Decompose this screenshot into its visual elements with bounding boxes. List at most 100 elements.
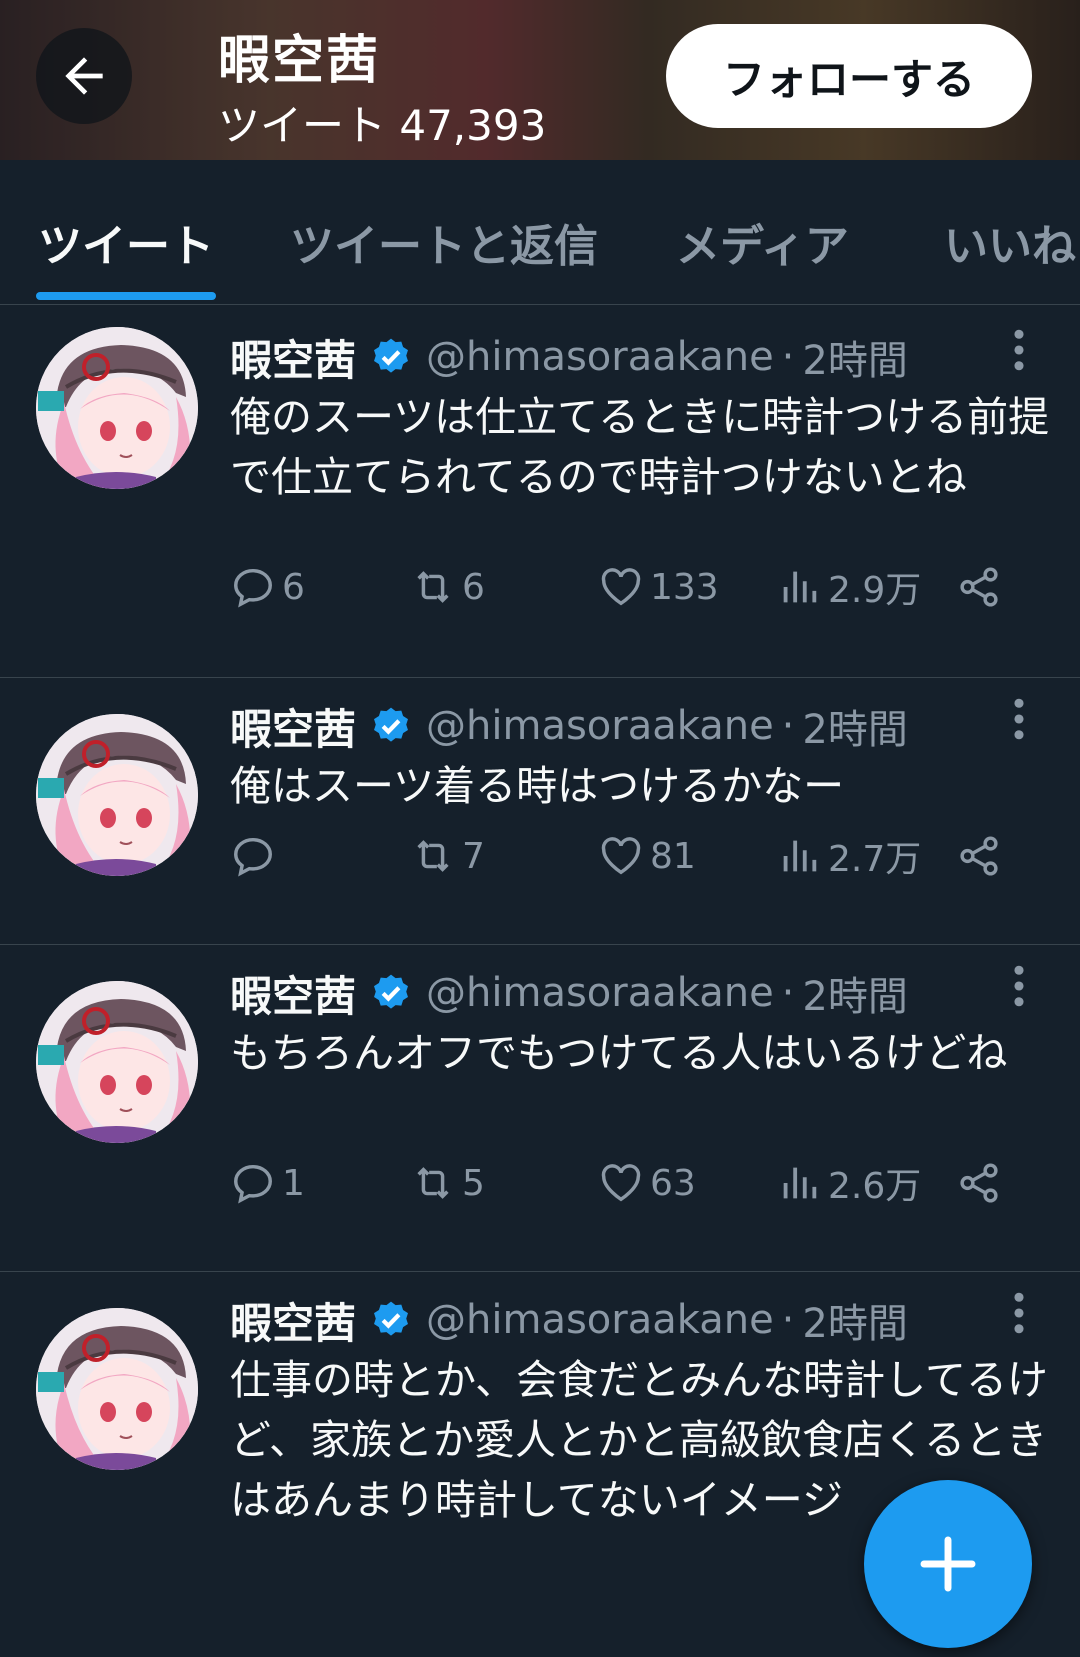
avatar-image	[36, 327, 198, 489]
share-button[interactable]	[956, 828, 1008, 884]
tweet-author-handle[interactable]: @himasoraakane	[426, 703, 774, 749]
compose-tweet-button[interactable]	[864, 1480, 1032, 1648]
retweet-button[interactable]: 6	[410, 559, 485, 615]
reply-button[interactable]	[230, 828, 282, 884]
arrow-left-icon	[65, 57, 103, 95]
tweet-timestamp[interactable]: 2時間	[802, 697, 907, 755]
verified-badge-icon	[374, 974, 408, 1009]
view-count: 2.9万	[828, 570, 922, 611]
avatar-image	[36, 1308, 198, 1470]
heart-icon	[601, 568, 641, 606]
retweet-icon	[417, 1167, 449, 1199]
tweet-timestamp[interactable]: 2時間	[802, 1291, 907, 1349]
like-count: 63	[650, 1162, 696, 1204]
separator-dot: ·	[781, 334, 795, 380]
tweet-actions: 1 5 63 2.6万	[230, 1155, 1030, 1211]
retweet-button[interactable]: 7	[410, 828, 485, 884]
share-icon	[960, 567, 998, 607]
plus-icon	[920, 1536, 976, 1592]
like-button[interactable]: 63	[598, 1155, 696, 1211]
tweet-author-name[interactable]: 暇空茜	[230, 963, 356, 1024]
separator-dot: ·	[781, 970, 795, 1016]
views-chart-icon	[783, 1167, 817, 1199]
retweet-count: 6	[462, 566, 485, 608]
tweet-author-handle[interactable]: @himasoraakane	[426, 970, 774, 1016]
separator-dot: ·	[781, 1297, 795, 1343]
avatar-image	[36, 981, 198, 1143]
more-options-icon[interactable]	[1010, 1292, 1028, 1334]
tab-tweets[interactable]: ツイート	[38, 210, 214, 274]
more-options-icon[interactable]	[1010, 965, 1028, 1007]
reply-button[interactable]: 1	[230, 1155, 305, 1211]
heart-icon	[601, 1164, 641, 1202]
tweet-text: 俺のスーツは仕立てるときに時計つける前提で仕立てられてるので時計つけないとね	[230, 393, 1050, 501]
reply-icon	[234, 1164, 272, 1204]
like-button[interactable]: 81	[598, 828, 696, 884]
avatar[interactable]	[36, 981, 198, 1143]
more-options-icon[interactable]	[1010, 698, 1028, 740]
share-button[interactable]	[956, 1155, 1008, 1211]
retweet-button[interactable]: 5	[410, 1155, 485, 1211]
views-button[interactable]: 2.7万	[776, 828, 921, 884]
tweet-author-name[interactable]: 暇空茜	[230, 1290, 356, 1351]
tweet[interactable]: 暇空茜 @himasoraakane · 2時間 もちろんオフでもつけてる人はい…	[0, 945, 1080, 1272]
reply-button[interactable]: 6	[230, 559, 305, 615]
avatar[interactable]	[36, 1308, 198, 1470]
follow-button[interactable]: フォローする	[666, 24, 1032, 128]
verified-badge-icon	[374, 338, 408, 373]
tweet[interactable]: 暇空茜 @himasoraakane · 2時間 俺のスーツは仕立てるときに時計…	[0, 305, 1080, 678]
retweet-count: 5	[462, 1162, 485, 1204]
tweet-author-handle[interactable]: @himasoraakane	[426, 1297, 774, 1343]
tweet-author-handle[interactable]: @himasoraakane	[426, 334, 774, 380]
reply-count: 6	[282, 566, 305, 608]
view-count: 2.7万	[828, 839, 922, 880]
tweet-count: ツイート 47,393	[218, 101, 547, 150]
like-button[interactable]: 133	[598, 559, 719, 615]
tweet-text: もちろんオフでもつけてる人はいるけどね	[230, 1029, 1008, 1077]
views-button[interactable]: 2.6万	[776, 1155, 921, 1211]
verified-badge-icon	[374, 707, 408, 742]
tab-likes[interactable]: いいね	[944, 210, 1076, 274]
views-chart-icon	[783, 571, 817, 603]
more-options-icon[interactable]	[1010, 329, 1028, 371]
tweet-text: 俺はスーツ着る時はつけるかなー	[230, 762, 845, 810]
tweet-actions: 7 81 2.7万	[230, 828, 1030, 884]
heart-icon	[601, 837, 641, 875]
tweet-author-name[interactable]: 暇空茜	[230, 696, 356, 757]
avatar-image	[36, 714, 198, 876]
back-button[interactable]	[36, 28, 132, 124]
share-icon	[960, 1163, 998, 1203]
reply-icon	[234, 837, 272, 877]
tweet-header: 暇空茜 @himasoraakane · 2時間	[230, 329, 908, 385]
avatar[interactable]	[36, 327, 198, 489]
profile-name: 暇空茜	[218, 31, 381, 91]
tweet-header: 暇空茜 @himasoraakane · 2時間	[230, 698, 908, 754]
separator-dot: ·	[781, 703, 795, 749]
tweet-header: 暇空茜 @himasoraakane · 2時間	[230, 1292, 908, 1348]
tweet-timestamp[interactable]: 2時間	[802, 328, 907, 386]
views-button[interactable]: 2.9万	[776, 559, 921, 615]
verified-badge-icon	[374, 1301, 408, 1336]
avatar[interactable]	[36, 714, 198, 876]
profile-header: 暇空茜 ツイート 47,393 フォローする	[0, 0, 1080, 160]
tweet-timestamp[interactable]: 2時間	[802, 964, 907, 1022]
tab-media[interactable]: メディア	[676, 210, 849, 274]
reply-count: 1	[282, 1162, 305, 1204]
retweet-icon	[417, 840, 449, 872]
retweet-count: 7	[462, 835, 485, 877]
retweet-icon	[417, 571, 449, 603]
tweet-header: 暇空茜 @himasoraakane · 2時間	[230, 965, 908, 1021]
tweet-actions: 6 6 133 2.9万	[230, 559, 1030, 615]
views-chart-icon	[783, 840, 817, 872]
share-icon	[960, 836, 998, 876]
tweet-author-name[interactable]: 暇空茜	[230, 327, 356, 388]
view-count: 2.6万	[828, 1166, 922, 1207]
reply-icon	[234, 568, 272, 608]
like-count: 81	[650, 835, 696, 877]
share-button[interactable]	[956, 559, 1008, 615]
like-count: 133	[650, 566, 719, 608]
profile-tabs: ツイート ツイートと返信 メディア いいね	[0, 160, 1080, 305]
active-tab-indicator	[36, 292, 216, 300]
tweet[interactable]: 暇空茜 @himasoraakane · 2時間 俺はスーツ着る時はつけるかなー…	[0, 678, 1080, 945]
tab-tweets-and-replies[interactable]: ツイートと返信	[290, 210, 598, 274]
